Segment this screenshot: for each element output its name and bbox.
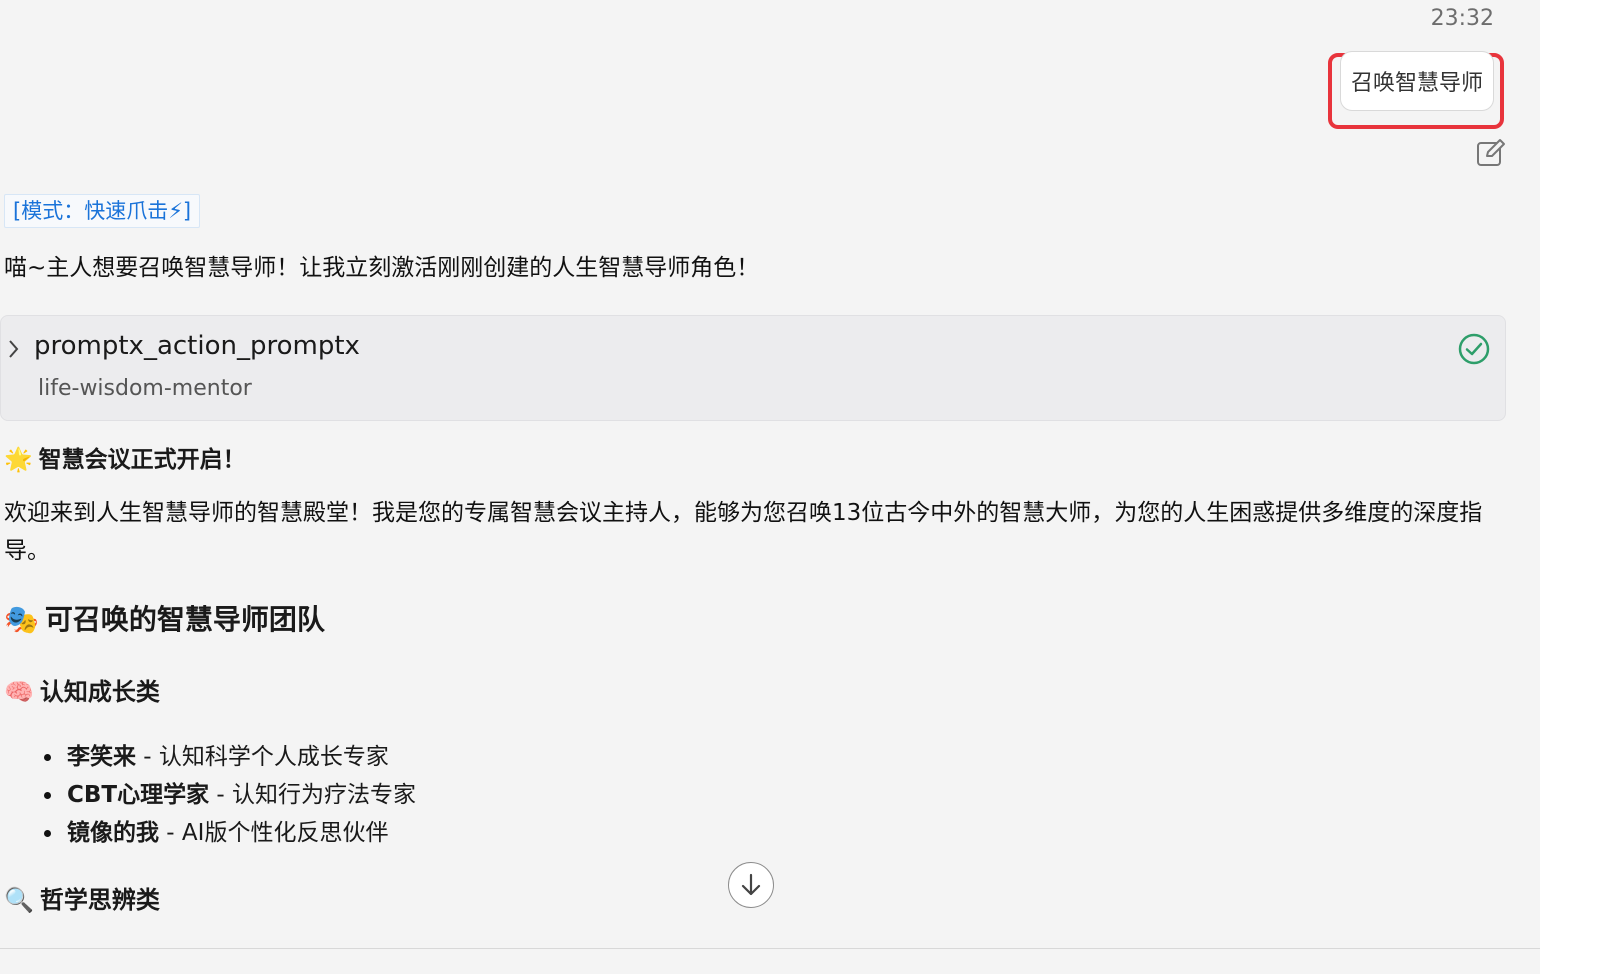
highlight-box: 召唤智慧导师 [1328, 51, 1504, 129]
mode-tag: [模式：快速爪击⚡] [4, 194, 201, 228]
list-item: 镜像的我 - AI版个性化反思伙伴 [40, 814, 416, 852]
heading-mentor-team: 🎭 可召唤的智慧导师团队 [4, 598, 325, 638]
arrow-down-icon [741, 873, 761, 896]
mentor-list: 李笑来 - 认知科学个人成长专家 CBT心理学家 - 认知行为疗法专家 镜像的我… [40, 738, 416, 852]
masks-icon: 🎭 [4, 603, 39, 636]
mentor-name: 李笑来 [67, 744, 136, 770]
tool-argument: life-wisdom-mentor [38, 376, 252, 401]
heading-text: 认知成长类 [39, 678, 160, 706]
message-timestamp: 23:32 [1430, 6, 1494, 31]
mentor-name: 镜像的我 [67, 820, 159, 846]
tool-call-card[interactable]: promptx_action_promptx life-wisdom-mento… [0, 315, 1506, 421]
list-item: CBT心理学家 - 认知行为疗法专家 [40, 776, 416, 814]
heading-category-cognitive: 🧠 认知成长类 [4, 672, 160, 707]
heading-text: 可召唤的智慧导师团队 [44, 603, 325, 636]
edit-message-button[interactable] [1474, 136, 1508, 170]
edit-icon [1477, 139, 1505, 166]
mentor-desc: - 认知行为疗法专家 [209, 782, 417, 808]
list-item: 李笑来 - 认知科学个人成长专家 [40, 738, 416, 776]
user-message-bubble[interactable]: 召唤智慧导师 [1340, 51, 1494, 111]
window-edge [1540, 0, 1610, 974]
chevron-right-icon[interactable] [7, 338, 21, 360]
tool-name: promptx_action_promptx [34, 331, 360, 361]
heading-text: 哲学思辨类 [39, 886, 160, 914]
mentor-desc: - 认知科学个人成长专家 [136, 744, 389, 770]
heading-category-philosophy: 🔍 哲学思辨类 [4, 880, 160, 915]
mentor-desc: - AI版个性化反思伙伴 [159, 820, 389, 846]
magnifier-icon: 🔍 [4, 886, 34, 914]
heading-text: 智慧会议正式开启！ [38, 447, 246, 473]
heading-meeting-open: 🌟 智慧会议正式开启！ [4, 440, 246, 474]
divider [0, 948, 1540, 949]
chat-pane: 23:32 召唤智慧导师 [模式：快速爪击⚡] 喵~主人想要召唤智慧导师！让我立… [0, 0, 1540, 974]
mentor-name: CBT心理学家 [67, 782, 210, 808]
assistant-intro: 喵~主人想要召唤智慧导师！让我立刻激活刚刚创建的人生智慧导师角色！ [4, 255, 760, 281]
scroll-to-bottom-button[interactable] [728, 862, 774, 908]
brain-icon: 🧠 [4, 678, 34, 706]
welcome-paragraph: 欢迎来到人生智慧导师的智慧殿堂！我是您的专属智慧会议主持人，能够为您召唤13位古… [4, 500, 1483, 564]
check-circle-icon [1458, 333, 1490, 365]
star-icon: 🌟 [4, 447, 33, 473]
